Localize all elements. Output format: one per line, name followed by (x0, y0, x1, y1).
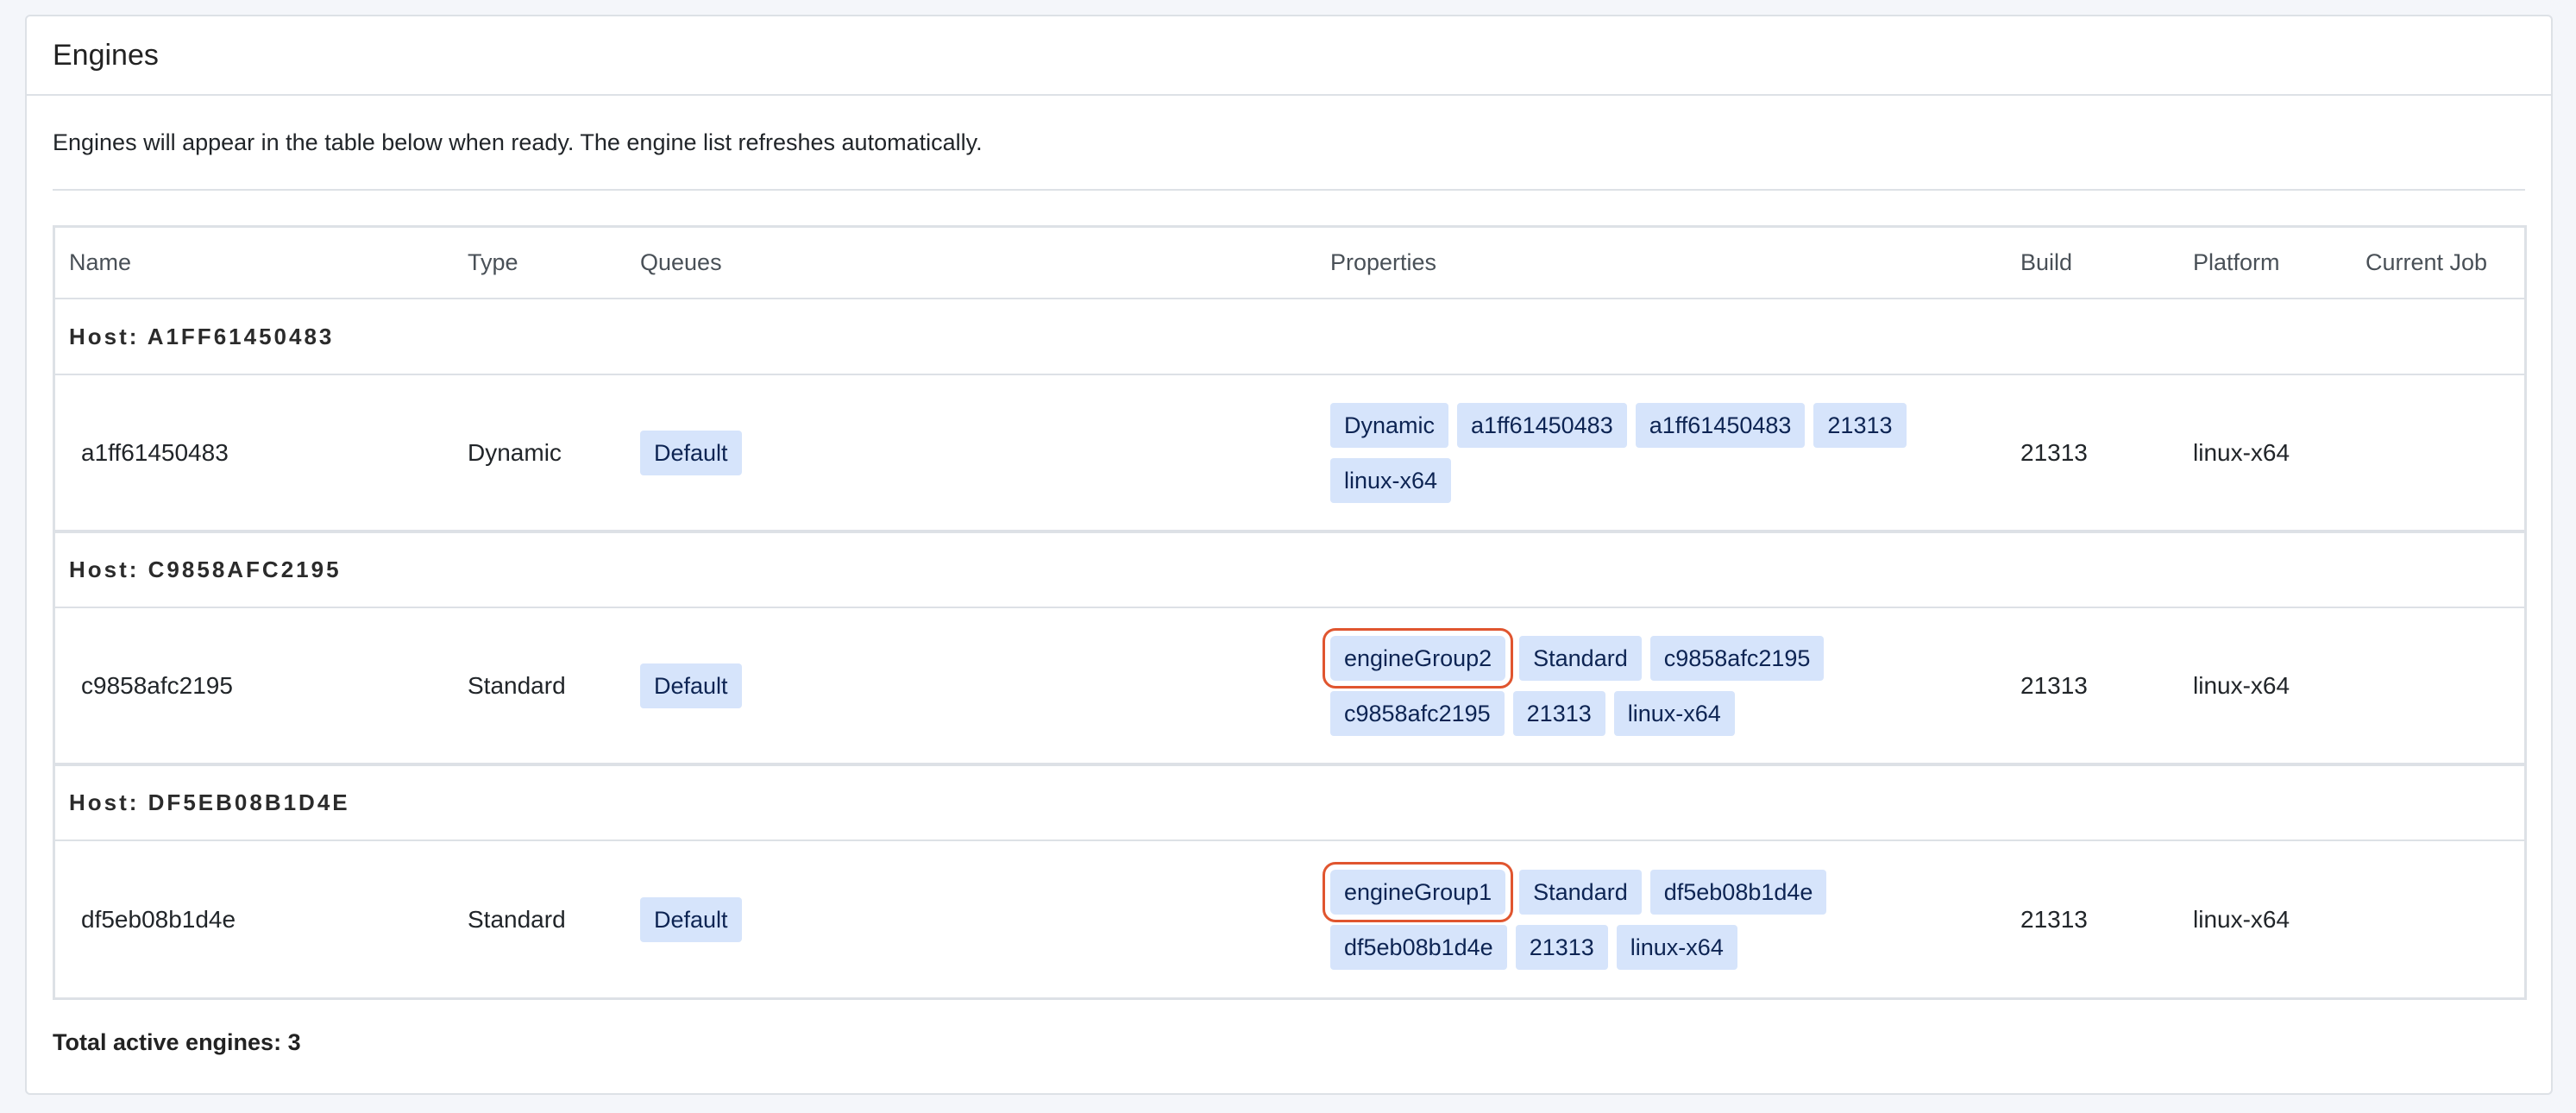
card-header: Engines (27, 16, 2551, 96)
property-badge: c9858afc2195 (1649, 635, 1825, 681)
queue-badge: Default (640, 430, 742, 475)
host-group-row: Host: A1FF61450483 (55, 299, 2524, 375)
host-group-row: Host: DF5EB08B1D4E (55, 764, 2524, 841)
engine-type: Standard (454, 607, 626, 766)
engine-name: df5eb08b1d4e (81, 905, 236, 933)
column-header-current-job[interactable]: Current Job (2352, 228, 2524, 299)
engine-platform: linux-x64 (2179, 374, 2352, 533)
engine-build: 21313 (2020, 905, 2088, 933)
column-header-platform[interactable]: Platform (2179, 228, 2352, 299)
engines-table-wrapper: Name Type Queues Properties Build Platfo… (53, 225, 2527, 1000)
property-badge: Standard (1519, 869, 1642, 915)
property-badge: Standard (1519, 635, 1642, 681)
column-header-name[interactable]: Name (55, 228, 454, 299)
column-header-type[interactable]: Type (454, 228, 626, 299)
property-badge: c9858afc2195 (1330, 690, 1505, 736)
page-title: Engines (53, 38, 159, 72)
engines-table: Name Type Queues Properties Build Platfo… (55, 228, 2524, 997)
property-badge-highlighted: engineGroup1 (1322, 861, 1514, 922)
table-header-row: Name Type Queues Properties Build Platfo… (55, 228, 2524, 299)
table-row[interactable]: a1ff61450483 Dynamic Default Dynamic a1ff… (55, 374, 2524, 533)
table-row[interactable]: df5eb08b1d4e Standard Default engineGrou… (55, 840, 2524, 997)
property-badge: a1ff61450483 (1635, 402, 1806, 448)
engine-queues: Default (626, 840, 1316, 997)
property-badge: Dynamic (1330, 402, 1449, 448)
info-text: Engines will appear in the table below w… (53, 96, 2525, 191)
property-badge: df5eb08b1d4e (1649, 869, 1827, 915)
property-badge: 21313 (1512, 690, 1605, 736)
engine-build: 21313 (2007, 374, 2179, 533)
table-row[interactable]: c9858afc2195 Standard Default engineGrou… (55, 607, 2524, 766)
property-badge: a1ff61450483 (1457, 402, 1627, 448)
property-badge: linux-x64 (1613, 690, 1735, 736)
property-badge: linux-x64 (1616, 924, 1737, 970)
property-badge-highlighted: engineGroup2 (1322, 627, 1514, 689)
engine-current-job (2352, 840, 2524, 997)
column-header-build[interactable]: Build (2007, 228, 2179, 299)
column-header-properties[interactable]: Properties (1316, 228, 2007, 299)
engine-properties: Dynamic a1ff61450483 a1ff61450483 21313linu… (1316, 374, 2007, 533)
host-label: Host: A1FF61450483 (55, 299, 2524, 375)
engine-properties: engineGroup1 Standard df5eb08b1d4edf5eb08b… (1316, 840, 2007, 997)
host-label: Host: DF5EB08B1D4E (55, 764, 2524, 841)
engine-queues: Default (626, 374, 1316, 533)
host-label: Host: C9858AFC2195 (55, 531, 2524, 608)
card-body: Engines will appear in the table below w… (27, 96, 2551, 1056)
host-group-row: Host: C9858AFC2195 (55, 531, 2524, 608)
engine-type: Standard (468, 905, 566, 933)
queue-badge: Default (640, 663, 742, 708)
engine-name: c9858afc2195 (55, 607, 454, 766)
property-badge: 21313 (1515, 924, 1608, 970)
engine-current-job (2352, 374, 2524, 533)
engine-current-job (2352, 607, 2524, 766)
engine-properties: engineGroup2 Standard c9858afc2195c9858afc… (1316, 607, 2007, 766)
engine-type: Dynamic (454, 374, 626, 533)
queue-badge: Default (640, 896, 742, 942)
engine-platform: linux-x64 (2179, 607, 2352, 766)
engines-card: Engines Engines will appear in the table… (25, 15, 2553, 1095)
property-badge: 21313 (1813, 402, 1907, 448)
total-active-engines: Total active engines: 3 (53, 1029, 301, 1055)
property-badge: df5eb08b1d4e (1330, 924, 1507, 970)
engine-platform: linux-x64 (2193, 905, 2290, 933)
property-badge: linux-x64 (1330, 457, 1452, 503)
engine-queues: Default (626, 607, 1316, 766)
column-header-queues[interactable]: Queues (626, 228, 1316, 299)
engine-build: 21313 (2007, 607, 2179, 766)
engine-name: a1ff61450483 (55, 374, 454, 533)
